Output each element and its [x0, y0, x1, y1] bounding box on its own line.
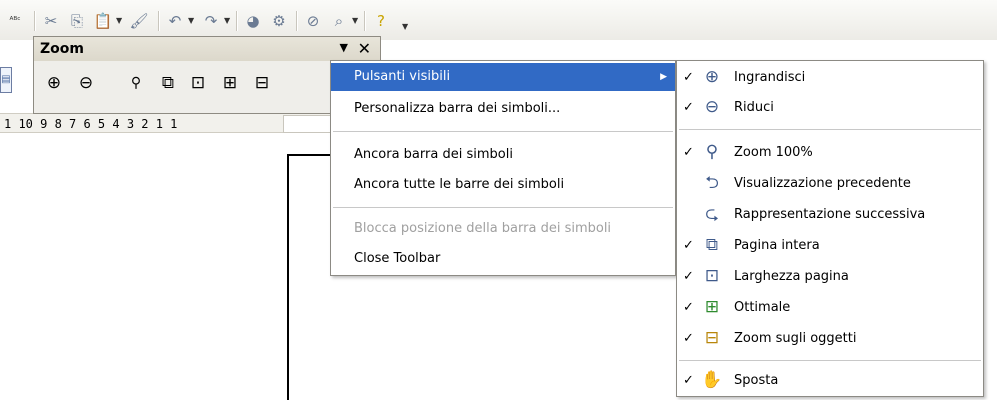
copy-icon[interactable]: ⎘: [66, 10, 88, 32]
menu-item-dock-toolbar[interactable]: Ancora barra dei simboli: [331, 141, 675, 169]
zoom-toolbar-window[interactable]: Zoom ▼ ✕ ⊕ ⊖ ⚲ ⧉ ⊡ ⊞ ⊟: [33, 36, 381, 114]
submenu-item-zoom-in[interactable]: ✓ ⊕ Ingrandisci: [677, 62, 983, 93]
menu-separator: [333, 131, 673, 132]
checkmark-icon: ✓: [683, 269, 694, 284]
optimal-icon[interactable]: ⊞: [218, 71, 242, 95]
checkmark-icon: ✓: [683, 331, 694, 346]
checkmark-icon: ✓: [683, 373, 694, 388]
paste-dropdown-icon[interactable]: ▼: [116, 16, 122, 25]
submenu-item-zoom-100[interactable]: ✓ ⚲ Zoom 100%: [677, 137, 983, 168]
submenu-item-optimal[interactable]: ✓ ⊞ Ottimale: [677, 292, 983, 323]
chart-icon[interactable]: ◕: [242, 10, 264, 32]
submenu-item-zoom-out[interactable]: ✓ ⊖ Riduci: [677, 92, 983, 123]
submenu-item-label: Zoom 100%: [734, 145, 813, 160]
close-icon[interactable]: ✕: [358, 39, 371, 58]
submenu-item-label: Sposta: [734, 373, 779, 388]
submenu-item-next-view[interactable]: ⮎ Rappresentazione successiva: [677, 199, 983, 230]
menu-separator: [333, 207, 673, 208]
horizontal-ruler: 1 10 9 8 7 6 5 4 3 2 1 1: [0, 113, 330, 133]
menu-item-label: Blocca posizione della barra dei simboli: [354, 221, 612, 236]
compass-icon[interactable]: ⊘: [302, 10, 324, 32]
toolbar-separator: [236, 11, 238, 31]
help-icon[interactable]: ?: [370, 10, 392, 32]
submenu-separator: [679, 129, 981, 130]
redo-icon[interactable]: ↷: [200, 10, 222, 32]
zoom-in-icon: ⊕: [704, 67, 720, 87]
page-width-icon[interactable]: ⊡: [186, 71, 210, 95]
page-width-icon: ⊡: [704, 266, 720, 286]
paste-icon[interactable]: 📋: [92, 10, 114, 32]
zoom-objects-icon[interactable]: ⊟: [250, 71, 274, 95]
toolbar-options-icon[interactable]: ▼: [402, 22, 408, 31]
menu-item-lock-toolbar-position: Blocca posizione della barra dei simboli: [331, 215, 675, 243]
menu-item-label: Pulsanti visibili: [354, 69, 451, 84]
pan-hand-icon: ✋: [701, 370, 723, 390]
menu-item-visible-buttons[interactable]: Pulsanti visibili ▶: [331, 63, 675, 91]
checkmark-icon: ✓: [683, 300, 694, 315]
next-view-icon: ⮎: [705, 204, 719, 224]
submenu-item-label: Visualizzazione precedente: [734, 176, 911, 191]
navigator-icon[interactable]: ⚙: [268, 10, 290, 32]
menu-item-close-toolbar[interactable]: Close Toolbar: [331, 245, 675, 273]
toolbar-separator: [296, 11, 298, 31]
menu-item-label: Ancora tutte le barre dei simboli: [354, 177, 565, 192]
menu-item-customize-toolbar[interactable]: Personalizza barra dei simboli...: [331, 95, 675, 123]
zoom-toolbar-title[interactable]: Zoom: [34, 37, 380, 61]
format-paintbrush-icon[interactable]: 🖌: [128, 10, 150, 32]
zoom-in-icon[interactable]: ⊕: [42, 71, 66, 95]
docked-toolbar-handle[interactable]: ▤: [0, 67, 12, 93]
undo-dropdown-icon[interactable]: ▼: [188, 16, 194, 25]
redo-dropdown-icon[interactable]: ▼: [224, 16, 230, 25]
menu-item-label: Close Toolbar: [354, 251, 441, 266]
undo-icon[interactable]: ↶: [164, 10, 186, 32]
entire-page-icon: ⧉: [705, 235, 719, 255]
previous-view-icon: ⮌: [705, 173, 719, 193]
zoom-page-icon[interactable]: ⌕: [328, 10, 350, 32]
zoom-100-icon: ⚲: [705, 142, 719, 162]
checkmark-icon: ✓: [683, 70, 694, 85]
submenu-item-label: Rappresentazione successiva: [734, 207, 926, 222]
zoom-toolbar-menu-icon[interactable]: ▼: [340, 41, 348, 54]
cut-icon[interactable]: ✂: [40, 10, 62, 32]
submenu-item-label: Pagina intera: [734, 238, 820, 253]
submenu-separator: [679, 360, 981, 361]
zoom-out-icon[interactable]: ⊖: [74, 71, 98, 95]
toolbar-context-menu: Pulsanti visibili ▶ Personalizza barra d…: [330, 60, 676, 276]
zoom-dropdown-icon[interactable]: ▼: [352, 16, 358, 25]
toolbar-separator: [158, 11, 160, 31]
optimal-icon: ⊞: [704, 297, 720, 317]
visible-buttons-submenu: ✓ ⊕ Ingrandisci ✓ ⊖ Riduci ✓ ⚲ Zoom 100%…: [676, 60, 984, 397]
submenu-item-entire-page[interactable]: ✓ ⧉ Pagina intera: [677, 230, 983, 261]
zoom-objects-icon: ⊟: [704, 328, 720, 348]
page-border-left: [287, 154, 289, 400]
submenu-item-label: Ottimale: [734, 300, 791, 315]
submenu-arrow-icon: ▶: [660, 72, 667, 82]
standard-toolbar: ᴬᴮᶜ ✂ ⎘ 📋 ▼ 🖌 ↶ ▼ ↷ ▼ ◕ ⚙ ⊘ ⌕ ▼ ? ▼: [0, 0, 997, 41]
toolbar-separator: [34, 11, 36, 31]
page-border-top: [287, 154, 330, 156]
ruler-indent-marker[interactable]: [283, 115, 331, 133]
toolbar-separator: [364, 11, 366, 31]
submenu-item-label: Ingrandisci: [734, 70, 806, 85]
submenu-item-previous-view[interactable]: ⮌ Visualizzazione precedente: [677, 168, 983, 199]
submenu-item-label: Riduci: [734, 100, 774, 115]
entire-page-icon[interactable]: ⧉: [156, 71, 180, 95]
checkmark-icon: ✓: [683, 100, 694, 115]
zoom-100-icon[interactable]: ⚲: [124, 71, 148, 95]
menu-item-label: Ancora barra dei simboli: [354, 147, 513, 162]
zoom-out-icon: ⊖: [704, 97, 720, 117]
submenu-item-label: Zoom sugli oggetti: [734, 331, 857, 346]
submenu-item-pan[interactable]: ✓ ✋ Sposta: [677, 365, 983, 396]
spellcheck-icon[interactable]: ᴬᴮᶜ: [4, 10, 26, 32]
submenu-item-page-width[interactable]: ✓ ⊡ Larghezza pagina: [677, 261, 983, 292]
submenu-item-label: Larghezza pagina: [734, 269, 849, 284]
checkmark-icon: ✓: [683, 145, 694, 160]
menu-item-dock-all-toolbars[interactable]: Ancora tutte le barre dei simboli: [331, 171, 675, 199]
menu-item-label: Personalizza barra dei simboli...: [354, 101, 561, 116]
checkmark-icon: ✓: [683, 238, 694, 253]
submenu-item-zoom-objects[interactable]: ✓ ⊟ Zoom sugli oggetti: [677, 323, 983, 354]
